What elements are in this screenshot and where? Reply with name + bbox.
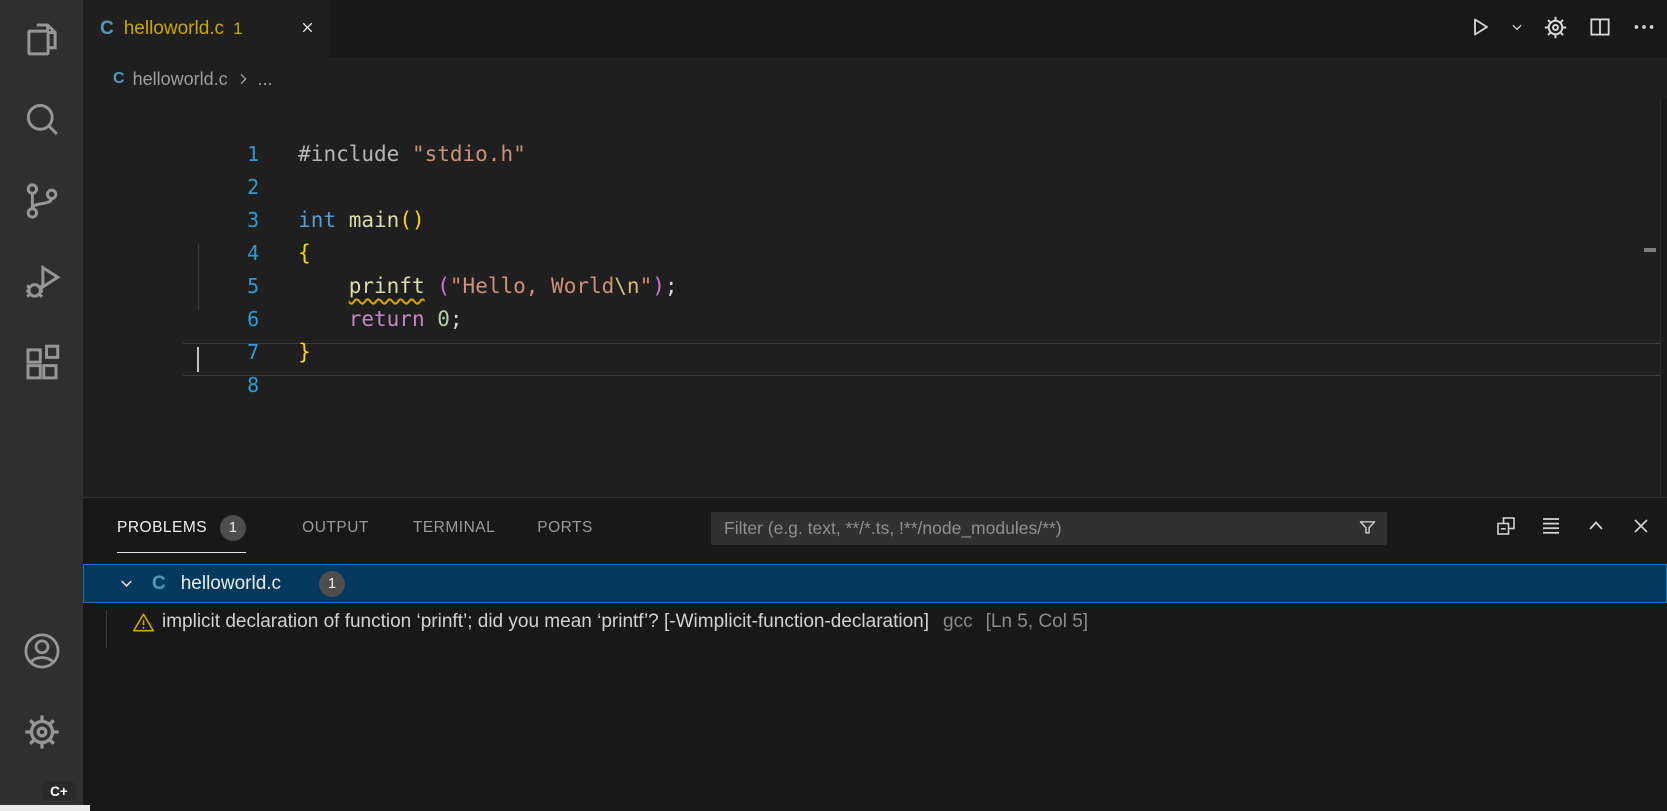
overview-ruler-marker: [1644, 248, 1656, 252]
window-edge-strip: [0, 805, 90, 811]
activity-item-search[interactable]: [0, 81, 83, 162]
code-line-5[interactable]: 5 prinft ("Hello, World\n");: [83, 237, 1660, 270]
chevron-down-icon: [1510, 20, 1524, 37]
run-debug-icon: [21, 261, 63, 306]
panel-header: PROBLEMS 1 OUTPUT TERMINAL PORTS: [83, 498, 1667, 557]
problem-location: [Ln 5, Col 5]: [986, 611, 1088, 633]
tab-ports[interactable]: PORTS: [537, 498, 593, 557]
collapse-all-icon: [1494, 514, 1518, 541]
tree-indent-guide: [106, 610, 107, 648]
problem-item[interactable]: implicit declaration of function ‘prinft…: [83, 603, 1667, 641]
activity-bar-top: [0, 0, 83, 405]
editor-settings-button[interactable]: [1542, 14, 1569, 44]
panel-tab-label: PROBLEMS: [117, 519, 207, 537]
run-dropdown-button[interactable]: [1510, 20, 1524, 37]
line-number: 8: [184, 369, 259, 402]
filter-input[interactable]: [711, 518, 1357, 539]
filter-icon: [1357, 517, 1378, 541]
account-icon: [21, 630, 63, 675]
split-editor-icon: [1587, 14, 1613, 43]
files-icon: [21, 18, 63, 63]
editor-actions: [1468, 0, 1657, 57]
c-file-icon: C: [100, 18, 114, 40]
editor-area: C helloworld.c 1: [83, 0, 1667, 811]
panel-actions: [1494, 498, 1653, 557]
tab-output[interactable]: OUTPUT: [302, 498, 369, 557]
editor-tab-bar: C helloworld.c 1: [83, 0, 1667, 57]
close-tab-button[interactable]: [299, 19, 316, 39]
collapse-all-button[interactable]: [1494, 514, 1518, 541]
code-line-6[interactable]: 6 return 0;: [83, 270, 1660, 303]
split-editor-button[interactable]: [1587, 14, 1613, 43]
c-file-icon: C: [152, 573, 166, 595]
code-line-2[interactable]: 2: [83, 138, 1660, 171]
gear-icon: [21, 711, 63, 756]
tab-problems[interactable]: PROBLEMS 1: [117, 498, 246, 557]
run-button[interactable]: [1468, 15, 1492, 42]
chevron-right-icon: [235, 71, 251, 87]
account-button[interactable]: [0, 612, 83, 693]
code-line-7[interactable]: 7}: [83, 303, 1660, 336]
view-as-table-icon: [1539, 514, 1563, 541]
settings-button[interactable]: [0, 693, 83, 774]
tab-terminal[interactable]: TERMINAL: [413, 498, 495, 557]
filter-button[interactable]: [1357, 517, 1378, 541]
activity-item-extensions[interactable]: [0, 324, 83, 405]
vscode-window: C+ C helloworld.c 1: [0, 0, 1667, 811]
chevron-down-icon: [117, 574, 136, 593]
run-icon: [1468, 15, 1492, 42]
breadcrumb-file[interactable]: helloworld.c: [133, 69, 228, 90]
problem-message: implicit declaration of function ‘prinft…: [162, 611, 929, 633]
panel-tab-label: TERMINAL: [413, 519, 495, 537]
file-problems-count-badge: 1: [319, 571, 345, 597]
activity-item-explorer[interactable]: [0, 0, 83, 81]
panel-tab-label: OUTPUT: [302, 519, 369, 537]
close-icon: [1629, 514, 1653, 541]
tab-problem-count: 1: [233, 19, 242, 39]
maximize-panel-button[interactable]: [1584, 514, 1608, 541]
problems-filter-box: [711, 512, 1387, 545]
extensions-icon: [21, 342, 63, 387]
gear-icon: [1542, 14, 1569, 44]
activity-bar: [0, 0, 83, 811]
close-icon: [299, 19, 316, 39]
search-icon: [21, 99, 63, 144]
problems-count-badge: 1: [220, 515, 246, 541]
problems-file-name: helloworld.c: [181, 573, 281, 595]
bottom-panel: PROBLEMS 1 OUTPUT TERMINAL PORTS: [83, 497, 1667, 811]
chevron-up-icon: [1584, 514, 1608, 541]
code-line-8[interactable]: 8: [83, 336, 1660, 369]
code-line-1[interactable]: 1#include "stdio.h": [83, 105, 1660, 138]
code-editor[interactable]: 1#include "stdio.h" 2 3int main() 4{ 5 p…: [83, 98, 1660, 497]
breadcrumb[interactable]: C helloworld.c ...: [113, 61, 273, 97]
tab-label: helloworld.c: [124, 18, 224, 40]
problems-file-row[interactable]: C helloworld.c 1: [83, 564, 1667, 603]
text-cursor: [197, 347, 199, 372]
c-file-icon: C: [113, 70, 125, 88]
activity-item-source-control[interactable]: [0, 162, 83, 243]
tab-helloworld-c[interactable]: C helloworld.c 1: [83, 0, 330, 57]
problem-source: gcc: [943, 611, 973, 633]
source-control-icon: [21, 180, 63, 225]
more-actions-icon: [1631, 14, 1657, 43]
warning-icon: [132, 611, 155, 634]
cpp-extension-badge: C+: [42, 781, 76, 801]
more-actions-button[interactable]: [1631, 14, 1657, 43]
code-line-3[interactable]: 3int main(): [83, 171, 1660, 204]
panel-tab-label: PORTS: [537, 519, 593, 537]
problems-list: C helloworld.c 1 implicit declaration of…: [83, 564, 1667, 641]
close-panel-button[interactable]: [1629, 514, 1653, 541]
view-as-table-button[interactable]: [1539, 514, 1563, 541]
code-line-4[interactable]: 4{: [83, 204, 1660, 237]
activity-item-run-debug[interactable]: [0, 243, 83, 324]
breadcrumb-symbol[interactable]: ...: [258, 69, 273, 90]
